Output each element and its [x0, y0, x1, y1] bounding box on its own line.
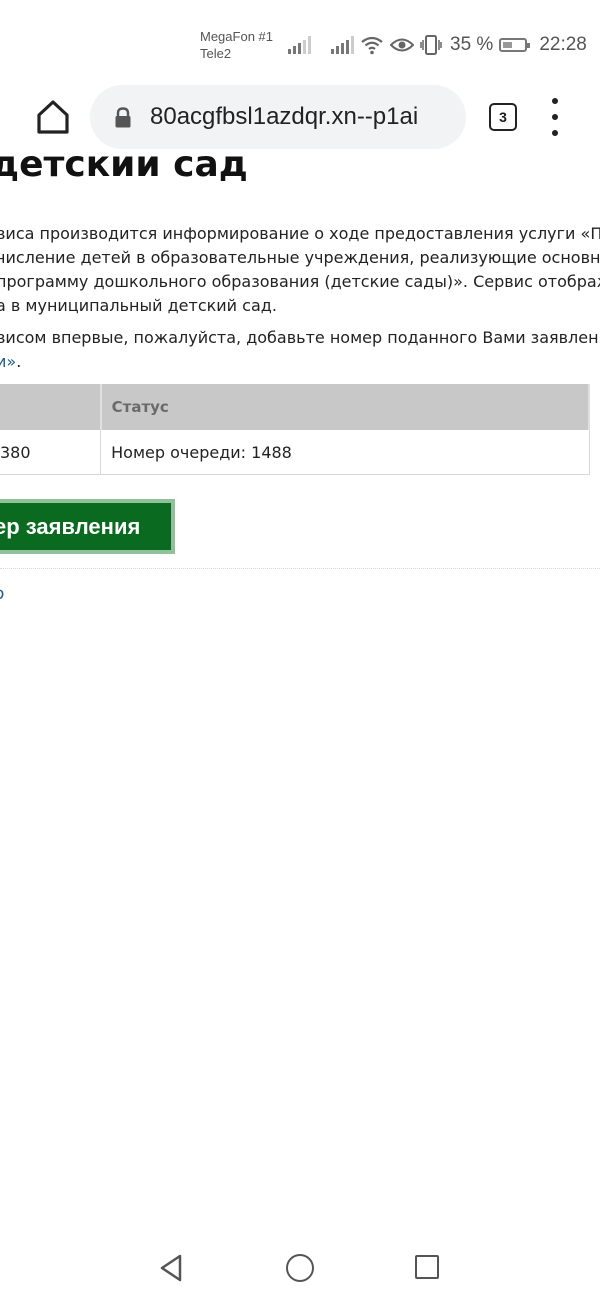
recent-apps-icon[interactable] — [415, 1255, 439, 1279]
wifi-icon — [361, 36, 383, 55]
tabs-icon[interactable]: 3 — [489, 103, 517, 131]
url-text[interactable]: 80acgfbsl1azdqr.xn--p1ai — [150, 100, 418, 134]
signal-icon — [331, 36, 354, 54]
instruction-text: висом впервые, пожалуйста, добавьте номе… — [0, 326, 600, 374]
carrier-2: Tele2 — [200, 46, 232, 61]
back-icon[interactable] — [158, 1253, 184, 1283]
table-header-status: Статус — [100, 384, 591, 430]
page-title: детский сад — [0, 156, 248, 185]
lock-icon[interactable] — [114, 107, 132, 129]
status-icons: 35 % 22:28 — [288, 34, 587, 56]
clock: 22:28 — [539, 34, 587, 55]
application-number: 380 — [0, 430, 102, 475]
table-header-number — [0, 384, 102, 430]
menu-icon[interactable] — [545, 98, 565, 136]
description-line: программу дошкольного образования (детск… — [0, 272, 600, 291]
service-description: виса производится информирование о ходе … — [0, 222, 600, 318]
description-line: а в муниципальный детский сад. — [0, 296, 277, 315]
table-header-row: Статус — [0, 384, 591, 430]
add-application-button[interactable]: ер заявления — [0, 499, 175, 554]
home-icon — [37, 100, 69, 134]
description-line: виса производится информирование о ходе … — [0, 224, 600, 243]
battery-percent: 35 % — [450, 34, 494, 55]
eye-icon — [390, 38, 414, 52]
status-bar: MegaFon #1 Tele2 35 % 22:28 — [0, 0, 600, 78]
tab-count: 3 — [499, 109, 507, 125]
instruction-link[interactable]: и» — [0, 352, 16, 371]
instruction-end: . — [16, 352, 22, 371]
carrier-names: MegaFon #1 Tele2 — [200, 28, 273, 62]
footer-link[interactable]: о — [0, 584, 4, 604]
instruction-line: висом впервые, пожалуйста, добавьте номе… — [0, 328, 600, 347]
applications-table: Статус 380 Номер очереди: 1488 — [0, 384, 591, 475]
vibrate-icon — [420, 35, 442, 55]
battery-icon — [499, 38, 531, 52]
system-navigation-bar — [0, 1220, 600, 1299]
description-line: числение детей в образовательные учрежде… — [0, 248, 600, 267]
instruction-line-2: и». — [0, 350, 600, 374]
web-page-content: детский сад виса производится информиров… — [0, 156, 600, 1220]
home-button[interactable] — [30, 96, 76, 138]
browser-toolbar: 80acgfbsl1azdqr.xn--p1ai 3 — [0, 78, 600, 156]
home-circle-icon[interactable] — [286, 1254, 314, 1282]
signal-icon — [288, 36, 311, 54]
divider — [0, 568, 600, 569]
application-status: Номер очереди: 1488 — [100, 430, 590, 475]
carrier-1: MegaFon #1 — [200, 29, 273, 44]
table-row[interactable]: 380 Номер очереди: 1488 — [0, 430, 590, 475]
address-bar[interactable]: 80acgfbsl1azdqr.xn--p1ai — [90, 85, 466, 149]
